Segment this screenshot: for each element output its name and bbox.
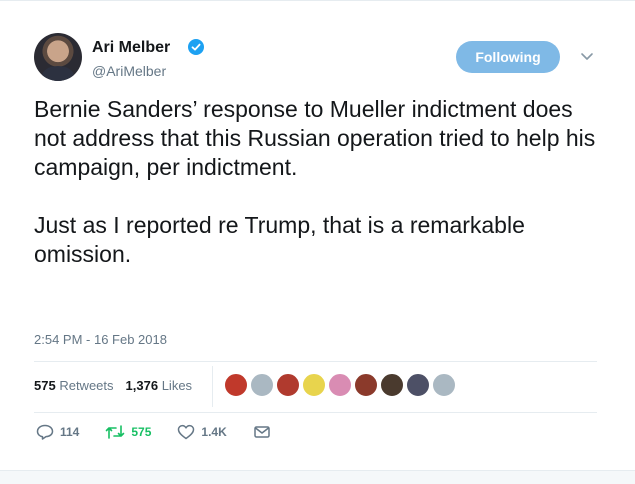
reply-button[interactable]: 114	[36, 424, 79, 440]
retweeter-avatar[interactable]	[432, 373, 456, 397]
avatar[interactable]	[34, 33, 82, 81]
retweeter-avatar[interactable]	[328, 373, 352, 397]
likes-stat-label: Likes	[161, 378, 193, 393]
tweet-card: Ari Melber @AriMelber Following Bernie S…	[0, 0, 635, 470]
retweeter-avatar[interactable]	[276, 373, 300, 397]
reply-count: 114	[60, 425, 80, 439]
direct-message-button[interactable]	[253, 424, 277, 440]
retweets-stat-count: 575	[34, 378, 56, 393]
chevron-down-icon[interactable]	[580, 51, 594, 63]
divider	[34, 412, 597, 413]
tweet-text: Bernie Sanders’ response to Mueller indi…	[34, 96, 596, 267]
stats-separator	[212, 366, 213, 407]
retweeter-avatar[interactable]	[250, 373, 274, 397]
following-button[interactable]: Following	[456, 41, 560, 73]
author-handle[interactable]: @AriMelber	[92, 63, 166, 79]
page-background	[0, 470, 635, 484]
divider	[34, 361, 597, 362]
retweeter-avatars	[224, 373, 458, 397]
like-count: 1.4K	[201, 425, 227, 439]
like-button[interactable]: 1.4K	[177, 424, 227, 440]
author-display-name[interactable]: Ari Melber	[92, 39, 170, 57]
verified-badge-icon	[188, 39, 204, 55]
likes-stat[interactable]: 1,376 Likes	[126, 378, 193, 393]
tweet-stats: 575 Retweets 1,376 Likes	[34, 378, 204, 393]
retweets-stat[interactable]: 575 Retweets	[34, 378, 114, 393]
tweet-timestamp[interactable]: 2:54 PM - 16 Feb 2018	[34, 332, 167, 347]
retweets-stat-label: Retweets	[59, 378, 114, 393]
envelope-icon	[254, 426, 270, 438]
retweet-button[interactable]: 575	[105, 424, 151, 440]
retweeter-avatar[interactable]	[380, 373, 404, 397]
likes-stat-count: 1,376	[125, 378, 159, 393]
retweeter-avatar[interactable]	[406, 373, 430, 397]
retweeter-avatar[interactable]	[354, 373, 378, 397]
retweet-count: 575	[131, 425, 152, 439]
retweet-icon	[106, 425, 125, 439]
retweeter-avatar[interactable]	[302, 373, 326, 397]
tweet-actions: 114 575 1.4K	[36, 424, 303, 440]
heart-icon	[178, 424, 195, 440]
reply-icon	[36, 424, 54, 440]
retweeter-avatar[interactable]	[224, 373, 248, 397]
